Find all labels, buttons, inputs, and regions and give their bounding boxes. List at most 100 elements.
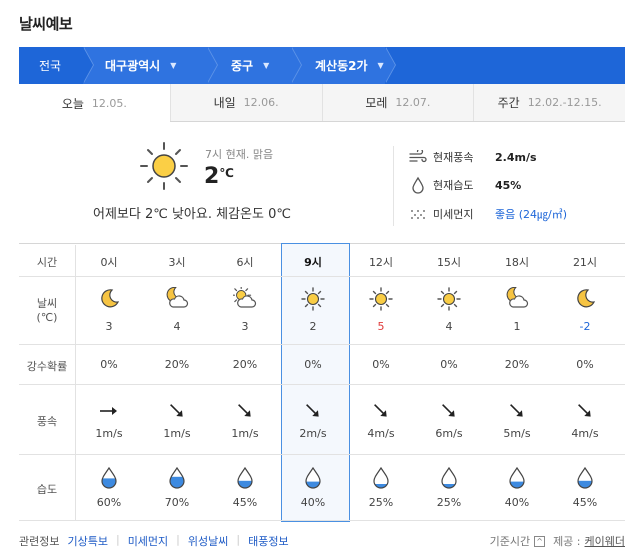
fine-dust-stat: 미세먼지 좋음 (24㎍/㎥) xyxy=(409,206,567,222)
humidity-icon-cell xyxy=(75,466,143,493)
wind-direction-cell xyxy=(211,400,279,425)
wind-speed: 4m/s xyxy=(571,427,599,440)
humidity-value: 45% xyxy=(232,496,258,509)
humidity-icon-cell xyxy=(211,466,279,493)
wind-arrow-southeast-icon xyxy=(170,404,183,417)
humidity-icon-cell xyxy=(347,466,415,493)
wind-icon xyxy=(409,150,427,163)
temperature-value: 2 xyxy=(309,320,317,333)
wind-speed: 5m/s xyxy=(503,427,531,440)
wind-arrow-southeast-icon xyxy=(306,404,319,417)
chevron-down-icon: ▼ xyxy=(377,61,384,70)
location-district-select[interactable]: 중구 ▼ xyxy=(207,47,302,84)
humidity-icon-cell xyxy=(415,466,483,493)
wind-speed: 4m/s xyxy=(367,427,395,440)
rain-probability: 20% xyxy=(504,358,530,371)
humidity-row-label: 습도 xyxy=(36,483,58,496)
link-fine-dust[interactable]: 미세먼지 xyxy=(128,533,168,549)
humidity-drop-icon xyxy=(237,466,253,489)
rain-probability: 0% xyxy=(576,358,594,371)
wind-speed: 1m/s xyxy=(231,427,259,440)
hour-label: 12시 xyxy=(368,256,394,269)
link-weather-warning[interactable]: 기상특보 xyxy=(67,533,107,549)
wind-arrow-southeast-icon xyxy=(578,404,591,417)
wind-direction-cell xyxy=(483,400,551,425)
provider-link[interactable]: 케이웨더 xyxy=(585,533,625,549)
tab-weekly[interactable]: 주간 12.02.-12.15. xyxy=(473,84,625,121)
humidity-value: 40% xyxy=(300,496,326,509)
temperature-value: 1 xyxy=(513,320,521,333)
chevron-up-icon[interactable]: ^ xyxy=(534,535,546,547)
sun-icon xyxy=(369,287,393,311)
current-time-condition: 7시 현재. 맑음 xyxy=(205,148,274,161)
hour-label: 15시 xyxy=(436,256,462,269)
hour-label: 3시 xyxy=(168,256,186,269)
humidity-drop-icon xyxy=(169,466,185,489)
sun-cloud-icon xyxy=(231,285,257,308)
link-typhoon[interactable]: 태풍정보 xyxy=(248,533,288,549)
rain-probability: 20% xyxy=(164,358,190,371)
humidity-icon-cell xyxy=(483,466,551,493)
hour-label: 0시 xyxy=(100,256,118,269)
wind-direction-cell xyxy=(75,400,143,425)
temperature-value: 4 xyxy=(173,320,181,333)
wind-arrow-southeast-icon xyxy=(238,404,251,417)
humidity-stat: 현재습도 45% xyxy=(409,176,521,194)
weather-icon-cell xyxy=(143,286,211,314)
weather-icon-cell xyxy=(551,287,619,314)
humidity-drop-icon xyxy=(305,466,321,489)
wind-direction-cell xyxy=(347,400,415,425)
hour-label: 21시 xyxy=(572,256,598,269)
wind-direction-cell xyxy=(551,400,619,425)
humidity-icon-cell xyxy=(279,466,347,493)
location-city-select[interactable]: 대구광역시 ▼ xyxy=(83,47,218,84)
location-dong-select[interactable]: 계산동2가 ▼ xyxy=(291,47,396,84)
weather-icon-cell xyxy=(415,287,483,314)
rain-probability: 0% xyxy=(372,358,390,371)
rain-row-label: 강수확률 xyxy=(26,360,68,373)
tab-day-after[interactable]: 모레 12.07. xyxy=(321,84,474,121)
weather-icon-cell xyxy=(279,287,347,314)
moon-icon xyxy=(577,289,596,308)
link-satellite[interactable]: 위성날씨 xyxy=(188,533,228,549)
humidity-value: 25% xyxy=(368,496,394,509)
temperature-value: 3 xyxy=(241,320,249,333)
location-bar: 전국 대구광역시 ▼ 중구 ▼ 계산동2가 ▼ xyxy=(19,47,625,84)
wind-direction-cell xyxy=(279,400,347,425)
wind-stat: 현재풍속 2.4m/s xyxy=(409,149,537,165)
humidity-value: 45% xyxy=(572,496,598,509)
wind-speed: 2m/s xyxy=(299,427,327,440)
sun-icon xyxy=(140,142,188,190)
weather-icon-cell xyxy=(211,285,279,314)
divider xyxy=(393,146,394,226)
temperature-value: 5 xyxy=(377,320,385,333)
weather-row-label: 날씨 xyxy=(36,297,58,310)
sun-icon xyxy=(301,287,325,311)
chevron-down-icon: ▼ xyxy=(170,61,177,70)
sun-icon xyxy=(437,287,461,311)
temperature-value: 4 xyxy=(445,320,453,333)
humidity-value: 60% xyxy=(96,496,122,509)
wind-direction-cell xyxy=(143,400,211,425)
moon-icon xyxy=(101,289,120,308)
footer-source: 기준시간 ^ 제공 : 케이웨더 xyxy=(489,533,625,549)
humidity-drop-icon xyxy=(509,466,525,489)
chevron-down-icon: ▼ xyxy=(263,61,270,70)
wind-row-label: 풍속 xyxy=(36,415,58,428)
day-tabs: 오늘 12.05. 내일 12.06. 모레 12.07. 주간 12.02.-12.1… xyxy=(19,84,625,123)
rain-probability: 0% xyxy=(100,358,118,371)
basis-time-label: 기준시간 xyxy=(489,535,531,548)
location-country[interactable]: 전국 xyxy=(19,47,94,84)
humidity-drop-icon xyxy=(441,466,457,489)
wind-direction-cell xyxy=(415,400,483,425)
tab-tomorrow[interactable]: 내일 12.06. xyxy=(169,84,322,121)
dust-icon xyxy=(411,210,425,219)
current-temperature: 2℃ xyxy=(204,164,234,189)
temperature-value: 3 xyxy=(105,320,113,333)
related-info-label: 관련정보 xyxy=(19,535,60,548)
yesterday-comparison: 어제보다 2℃ 낮아요. 체감온도 0℃ xyxy=(93,207,291,222)
tab-today[interactable]: 오늘 12.05. xyxy=(19,84,170,123)
humidity-drop-icon xyxy=(577,466,593,489)
humidity-value: 70% xyxy=(164,496,190,509)
current-weather-panel xyxy=(19,122,625,244)
